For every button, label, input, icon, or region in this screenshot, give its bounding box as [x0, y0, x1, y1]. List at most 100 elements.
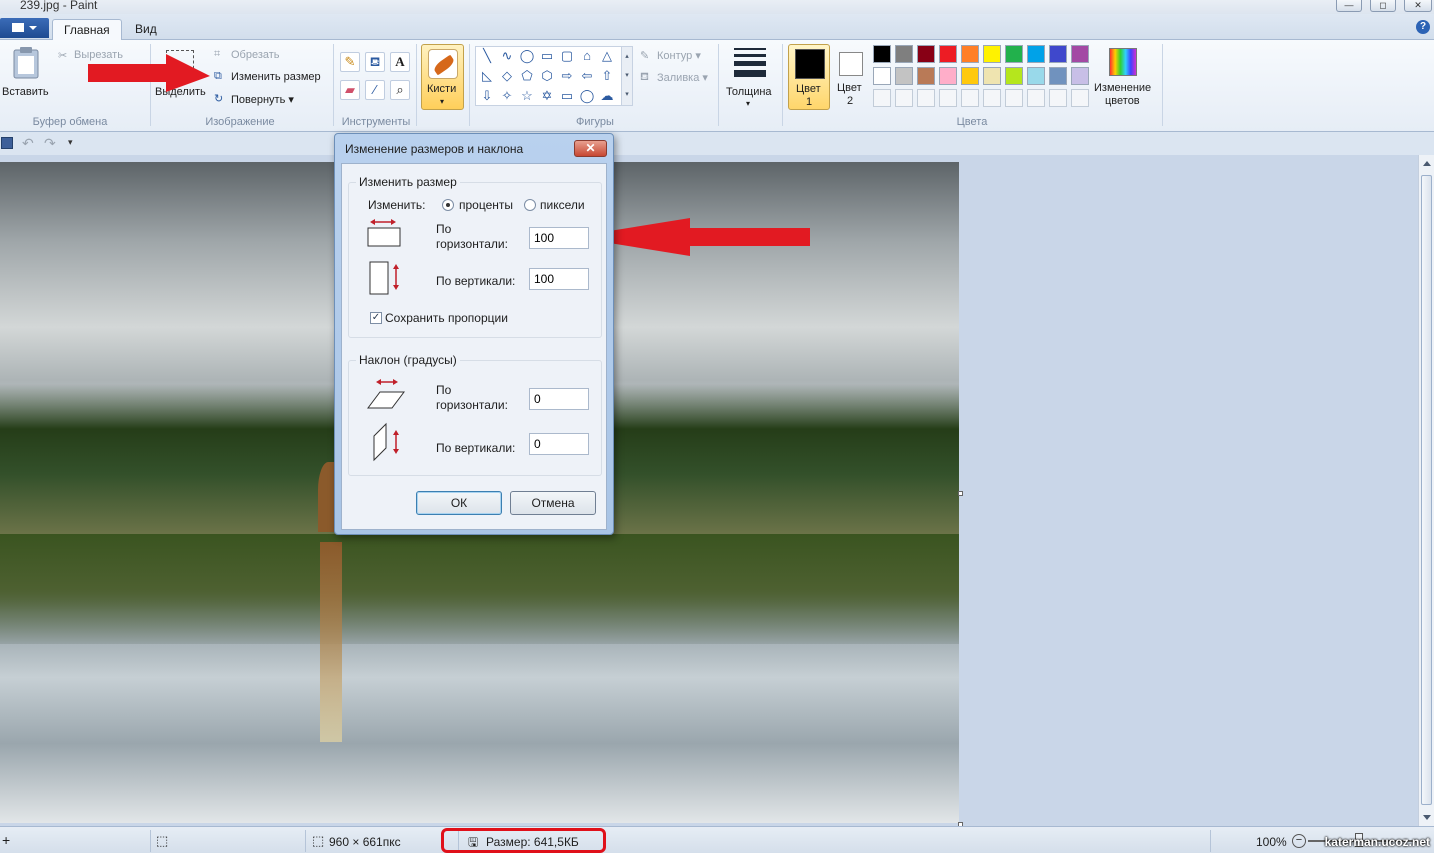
resize-vertical-input[interactable]	[529, 268, 589, 290]
palette-swatch-empty[interactable]	[1049, 89, 1067, 107]
palette-swatch-empty[interactable]	[939, 89, 957, 107]
five-point-star-shape-icon[interactable]: ☆	[518, 87, 536, 105]
palette-swatch[interactable]	[961, 45, 979, 63]
percent-radio-label[interactable]: проценты	[459, 198, 513, 212]
triangle-shape-icon[interactable]: △	[598, 47, 616, 65]
palette-swatch[interactable]	[1027, 45, 1045, 63]
scroll-up-icon[interactable]	[1423, 161, 1431, 166]
rounded-rectangle-shape-icon[interactable]: ▢	[558, 47, 576, 65]
rotate-button[interactable]: Повернуть ▾	[231, 93, 294, 106]
palette-swatch[interactable]	[873, 67, 891, 85]
palette-swatch[interactable]	[917, 67, 935, 85]
palette-swatch[interactable]	[873, 45, 891, 63]
customize-toolbar-icon[interactable]: ▾	[68, 137, 73, 148]
pencil-icon[interactable]: ✎	[340, 52, 360, 72]
zoom-out-icon[interactable]: −	[1292, 834, 1306, 848]
redo-icon[interactable]: ↷	[44, 135, 56, 152]
color2-button[interactable]: Цвет 2	[834, 44, 868, 110]
paste-button[interactable]: Вставить	[2, 44, 50, 106]
resize-handle[interactable]	[958, 491, 963, 496]
right-triangle-shape-icon[interactable]: ◺	[478, 67, 496, 85]
arrow-left-shape-icon[interactable]: ⇦	[578, 67, 596, 85]
hexagon-shape-icon[interactable]: ⬡	[538, 67, 556, 85]
palette-swatch[interactable]	[939, 45, 957, 63]
shapes-scrollbar[interactable]: ▴ ▾ ▾	[621, 47, 632, 105]
arrow-down-shape-icon[interactable]: ⇩	[478, 87, 496, 105]
palette-swatch[interactable]	[917, 45, 935, 63]
callout-oval-shape-icon[interactable]: ◯	[578, 87, 596, 105]
help-icon[interactable]: ?	[1416, 20, 1430, 34]
tab-home[interactable]: Главная	[52, 19, 122, 41]
palette-swatch[interactable]	[961, 67, 979, 85]
fill-button[interactable]: Заливка ▾	[657, 71, 708, 84]
outline-button[interactable]: Контур ▾	[657, 49, 701, 62]
curve-shape-icon[interactable]: ∿	[498, 47, 516, 65]
scroll-down-icon[interactable]	[1423, 815, 1431, 820]
crop-button[interactable]: Обрезать	[231, 49, 280, 61]
palette-swatch[interactable]	[1071, 45, 1089, 63]
minimize-button[interactable]: —	[1336, 0, 1362, 12]
palette-swatch-empty[interactable]	[917, 89, 935, 107]
scrollbar-thumb[interactable]	[1421, 175, 1432, 805]
close-window-button[interactable]: ✕	[1404, 0, 1432, 12]
six-point-star-shape-icon[interactable]: ✡	[538, 87, 556, 105]
pixels-radio[interactable]	[524, 199, 536, 211]
text-tool-icon[interactable]: A	[390, 52, 410, 72]
rectangle-shape-icon[interactable]: ▭	[538, 47, 556, 65]
resize-button[interactable]: Изменить размер	[231, 71, 321, 83]
palette-swatch[interactable]	[1005, 67, 1023, 85]
keep-ratio-label[interactable]: Сохранить пропорции	[385, 311, 508, 325]
paint-menu-button[interactable]	[0, 18, 49, 38]
palette-swatch[interactable]	[939, 67, 957, 85]
maximize-button[interactable]: ◻	[1370, 0, 1396, 12]
palette-swatch[interactable]	[1071, 67, 1089, 85]
pentagon-shape-icon[interactable]: ⬠	[518, 67, 536, 85]
palette-swatch[interactable]	[1049, 67, 1067, 85]
color1-button[interactable]: Цвет 1	[788, 44, 830, 110]
magnifier-icon[interactable]: ⌕	[390, 80, 410, 100]
close-icon[interactable]: ✕	[574, 140, 607, 157]
line-shape-icon[interactable]: ╲	[478, 47, 496, 65]
palette-swatch-empty[interactable]	[983, 89, 1001, 107]
tab-view[interactable]: Вид	[124, 19, 168, 41]
skew-horizontal-input[interactable]	[529, 388, 589, 410]
skew-vertical-input[interactable]	[529, 433, 589, 455]
arrow-up-shape-icon[interactable]: ⇧	[598, 67, 616, 85]
vertical-scrollbar[interactable]	[1418, 155, 1434, 826]
palette-swatch[interactable]	[983, 67, 1001, 85]
cloud-shape-icon[interactable]: ☁	[598, 87, 616, 105]
palette-swatch-empty[interactable]	[873, 89, 891, 107]
color-picker-icon[interactable]: ⁄	[365, 80, 385, 100]
palette-swatch-empty[interactable]	[1027, 89, 1045, 107]
edit-colors-button[interactable]: Изменение цветов	[1092, 44, 1156, 110]
palette-swatch-empty[interactable]	[895, 89, 913, 107]
percent-radio[interactable]	[442, 199, 454, 211]
pixels-radio-label[interactable]: пиксели	[540, 198, 585, 212]
palette-swatch[interactable]	[895, 67, 913, 85]
oval-shape-icon[interactable]: ◯	[518, 47, 536, 65]
polygon-shape-icon[interactable]: ⌂	[578, 47, 596, 65]
ok-button[interactable]: ОК	[416, 491, 502, 515]
palette-swatch-empty[interactable]	[1071, 89, 1089, 107]
palette-swatch[interactable]	[1027, 67, 1045, 85]
resize-horizontal-input[interactable]	[529, 227, 589, 249]
palette-swatch[interactable]	[895, 45, 913, 63]
save-icon[interactable]	[1, 137, 13, 149]
keep-ratio-checkbox[interactable]: ✓	[370, 312, 382, 324]
palette-swatch[interactable]	[1049, 45, 1067, 63]
palette-swatch-empty[interactable]	[961, 89, 979, 107]
eraser-icon[interactable]: ▰	[340, 80, 360, 100]
callout-rect-shape-icon[interactable]: ▭	[558, 87, 576, 105]
palette-swatch[interactable]	[1005, 45, 1023, 63]
size-button[interactable]: Толщина ▾	[724, 44, 776, 110]
palette-swatch-empty[interactable]	[1005, 89, 1023, 107]
diamond-shape-icon[interactable]: ◇	[498, 67, 516, 85]
brushes-button[interactable]: Кисти ▾	[421, 44, 464, 110]
palette-swatch[interactable]	[983, 45, 1001, 63]
four-point-star-shape-icon[interactable]: ✧	[498, 87, 516, 105]
undo-icon[interactable]: ↶	[22, 135, 34, 152]
cancel-button[interactable]: Отмена	[510, 491, 596, 515]
arrow-right-shape-icon[interactable]: ⇨	[558, 67, 576, 85]
fill-bucket-icon[interactable]: ⛾	[365, 52, 385, 72]
shapes-gallery[interactable]: ╲ ∿ ◯ ▭ ▢ ⌂ △ ◺ ◇ ⬠ ⬡ ⇨ ⇦ ⇧ ⇩ ✧ ☆ ✡ ▭ ◯ …	[475, 46, 633, 106]
